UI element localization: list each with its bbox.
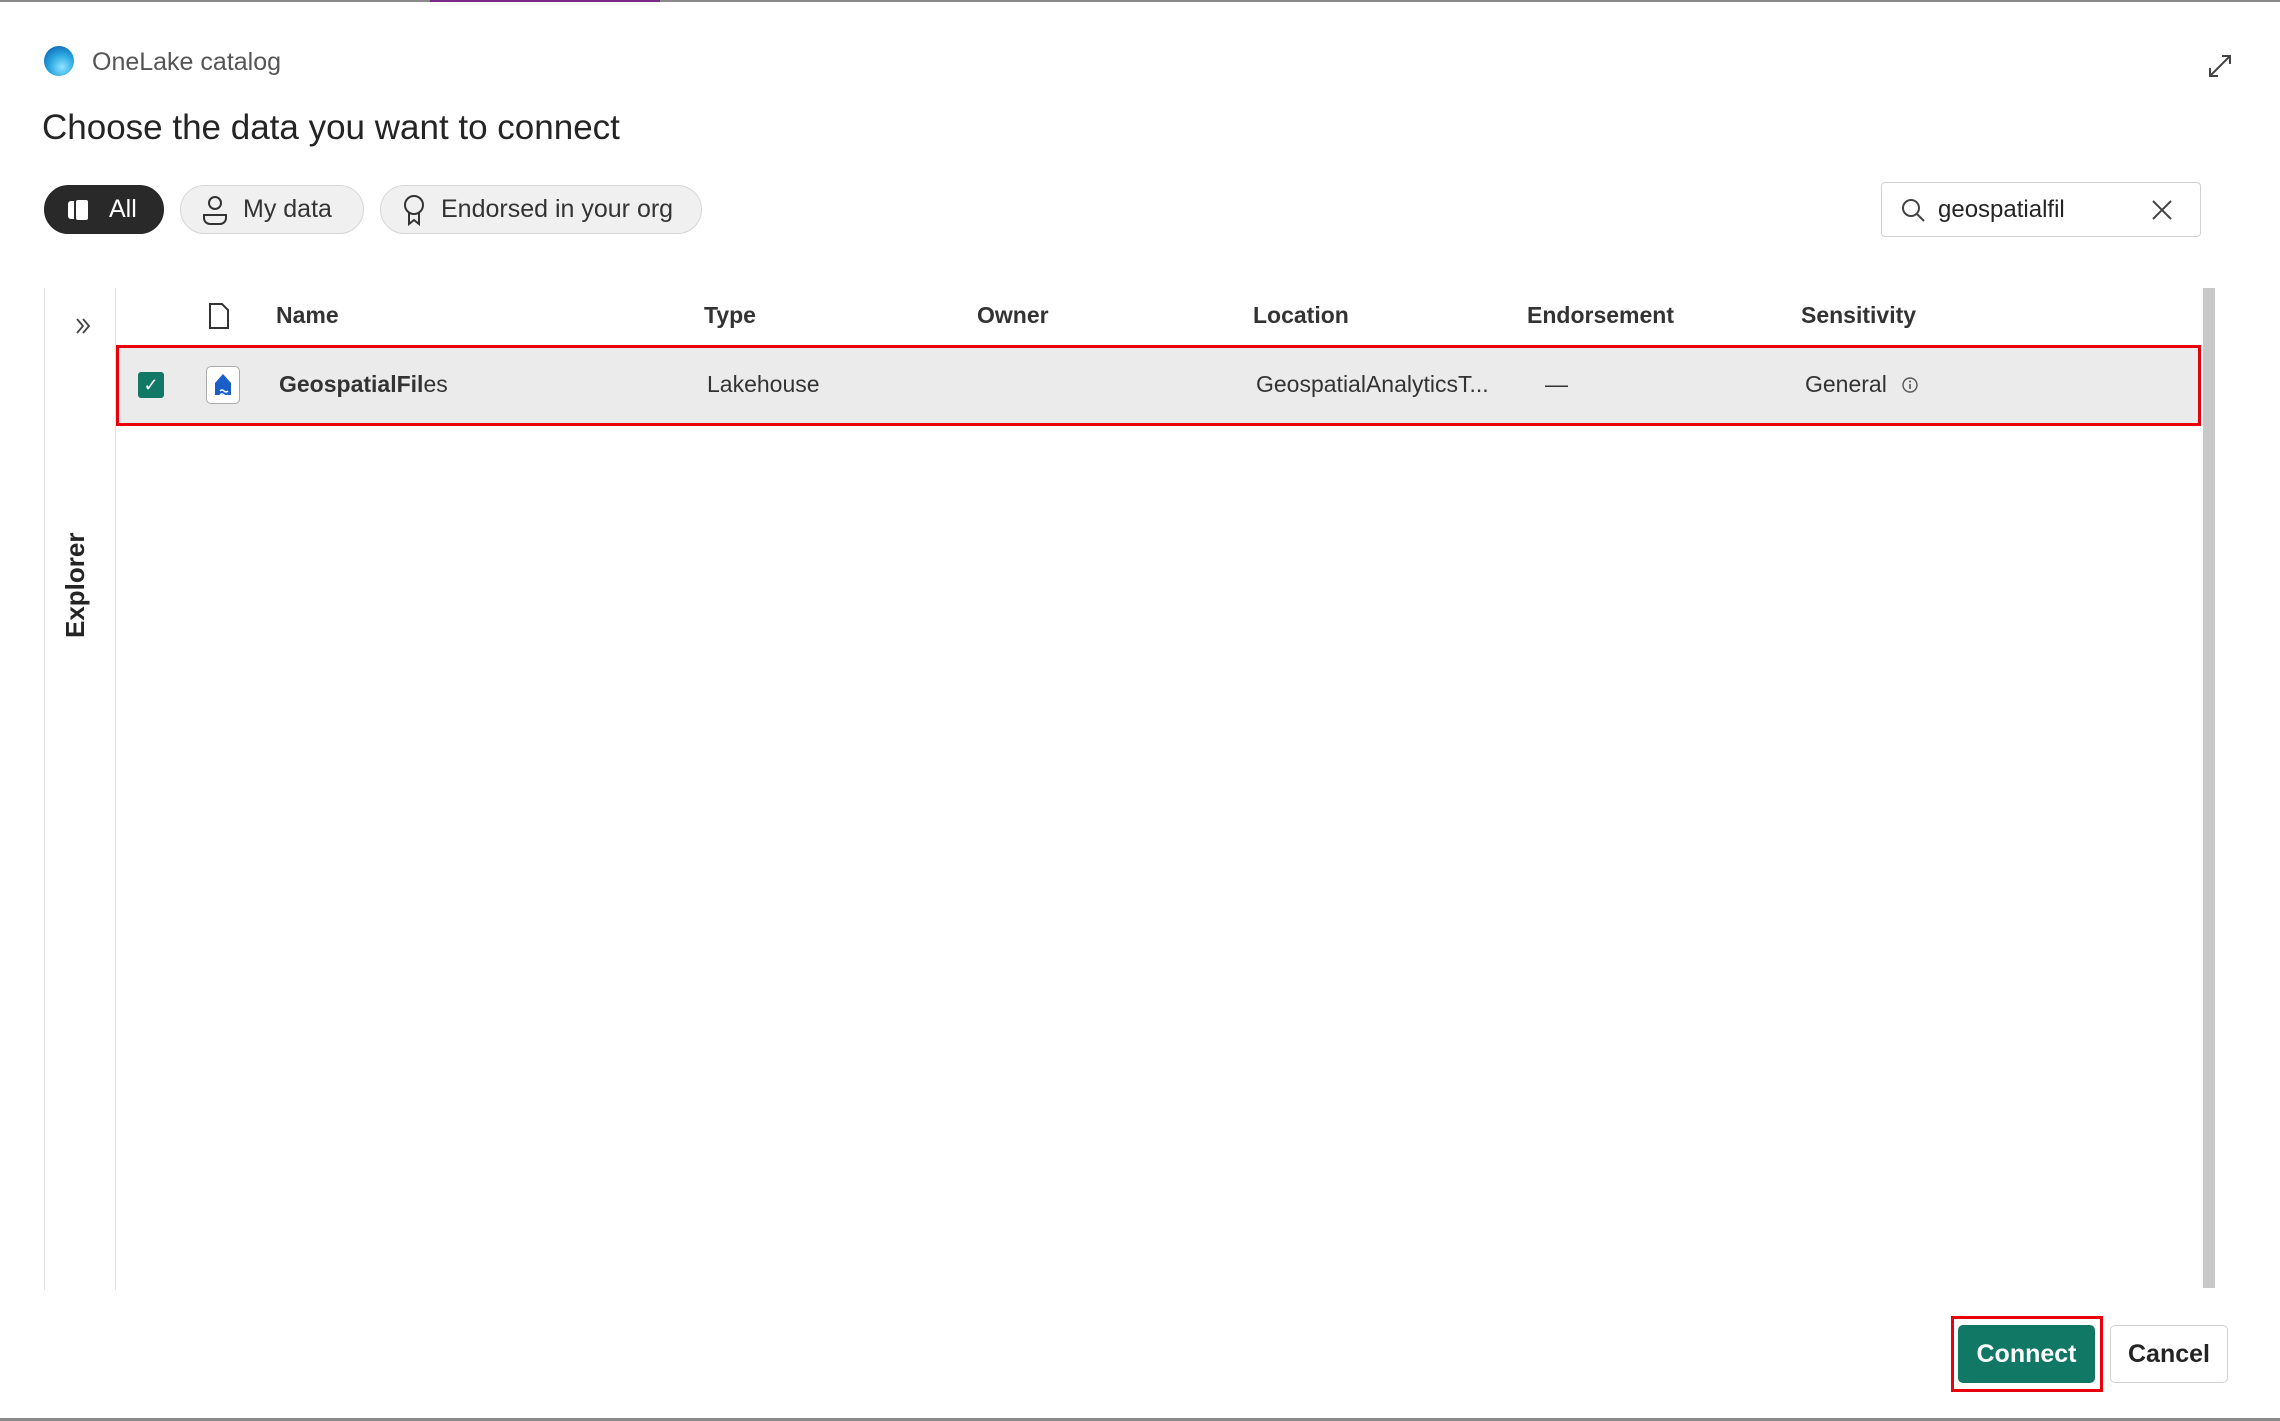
filter-endorsed[interactable]: Endorsed in your org: [380, 185, 702, 234]
explorer-label: Explorer: [60, 532, 90, 639]
vertical-scrollbar[interactable]: [2203, 288, 2215, 1288]
explorer-pane[interactable]: Explorer: [44, 288, 116, 1290]
search-box[interactable]: [1881, 182, 2201, 237]
column-header-type[interactable]: Type: [704, 302, 756, 329]
cancel-button[interactable]: Cancel: [2110, 1325, 2228, 1383]
ribbon-icon: [404, 194, 424, 226]
info-icon[interactable]: [1901, 376, 1919, 394]
column-header-endorsement[interactable]: Endorsement: [1527, 302, 1674, 329]
filter-all-label: All: [109, 195, 137, 223]
search-icon: [1902, 198, 1925, 222]
row-name[interactable]: GeospatialFiles: [279, 371, 448, 398]
lakehouse-icon: [206, 366, 240, 404]
catalog-panel: [44, 288, 2216, 1290]
column-header-name[interactable]: Name: [276, 302, 339, 329]
row-sensitivity: General: [1805, 371, 1887, 397]
app-title: OneLake catalog: [92, 48, 282, 76]
row-type: Lakehouse: [707, 371, 820, 397]
filter-all[interactable]: All: [44, 185, 164, 234]
clear-search-icon[interactable]: [2150, 198, 2174, 222]
window-top-border: [0, 0, 2280, 2]
onelake-logo-icon: [44, 46, 74, 76]
row-name-match: GeospatialFil: [279, 371, 424, 397]
chevron-double-right-icon[interactable]: [74, 316, 92, 336]
filter-my-data[interactable]: My data: [180, 185, 364, 234]
row-location: GeospatialAnalyticsT...: [1256, 371, 1489, 397]
expand-icon[interactable]: [2206, 52, 2234, 80]
file-type-icon: [209, 303, 229, 329]
filter-my-data-label: My data: [243, 195, 332, 223]
row-name-rest: es: [423, 371, 448, 397]
column-header-sensitivity[interactable]: Sensitivity: [1801, 302, 1916, 329]
row-checkbox[interactable]: ✓: [138, 372, 164, 398]
column-header-location[interactable]: Location: [1253, 302, 1349, 329]
row-endorsement: —: [1545, 371, 1568, 397]
column-header-owner[interactable]: Owner: [977, 302, 1049, 329]
page-title: Choose the data you want to connect: [42, 108, 620, 147]
connect-button[interactable]: Connect: [1958, 1325, 2095, 1383]
filter-endorsed-label: Endorsed in your org: [441, 195, 674, 223]
cube-stack-icon: [68, 197, 90, 222]
search-input[interactable]: [1938, 195, 2138, 224]
person-icon: [203, 195, 227, 225]
